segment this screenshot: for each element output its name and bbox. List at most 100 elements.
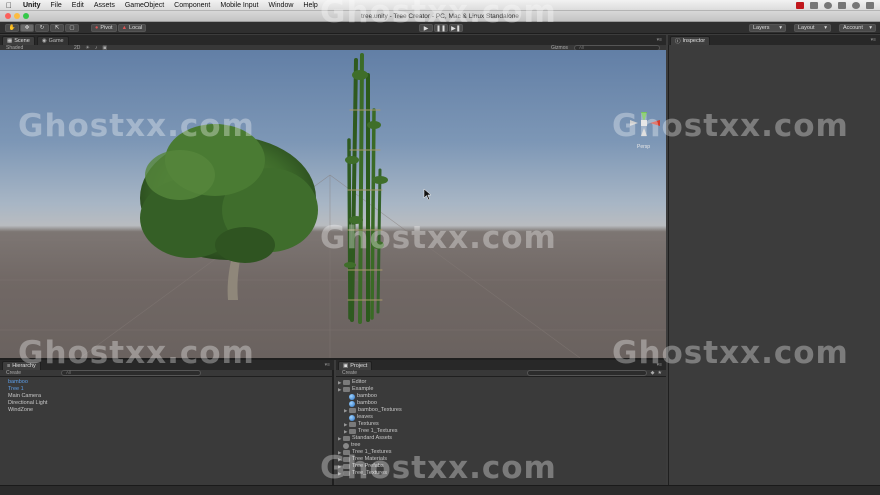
- project-item[interactable]: bamboo: [338, 393, 666, 400]
- move-tool-button[interactable]: ✥: [20, 23, 34, 32]
- project-item[interactable]: leaves: [338, 414, 666, 421]
- local-button[interactable]: ▲ Local: [117, 23, 147, 32]
- apple-icon[interactable]: : [0, 1, 18, 10]
- hand-tool-button[interactable]: ✋: [5, 23, 19, 32]
- rotate-tool-button[interactable]: ↻: [35, 23, 49, 32]
- project-item[interactable]: ▶ Textures: [338, 421, 666, 428]
- tab-project[interactable]: ▣ Project: [338, 361, 373, 370]
- chevron-down-icon: ▾: [779, 25, 782, 31]
- project-create-dropdown[interactable]: Create: [342, 370, 357, 376]
- game-icon: ◉: [41, 38, 47, 44]
- unity-scene-icon: [343, 442, 349, 449]
- hierarchy-item[interactable]: Tree 1: [8, 386, 332, 393]
- hierarchy-item[interactable]: WindZone: [8, 407, 332, 414]
- mouse-cursor: [423, 188, 432, 201]
- menu-extras: [796, 1, 880, 9]
- watermark-text: Ghostxx.com: [320, 0, 557, 30]
- menu-component[interactable]: Component: [169, 2, 215, 9]
- hierarchy-item[interactable]: Main Camera: [8, 393, 332, 400]
- project-item-label: leaves: [357, 414, 373, 420]
- volume-icon[interactable]: [838, 1, 846, 9]
- hierarchy-list: bamboo Tree 1 Main Camera Directional Li…: [0, 377, 332, 414]
- tab-game[interactable]: ◉ Game: [36, 36, 69, 45]
- account-dropdown[interactable]: Account ▾: [839, 24, 876, 32]
- project-item[interactable]: tree: [338, 442, 666, 449]
- prefab-icon: [349, 414, 355, 421]
- search-icon[interactable]: [852, 1, 860, 9]
- project-item-label: bamboo: [357, 393, 377, 399]
- panel-menu-icon[interactable]: ▾≡: [871, 37, 876, 43]
- bamboo-model[interactable]: [344, 53, 388, 324]
- tree-1-model[interactable]: [140, 124, 318, 300]
- project-item-label: Tree 1_Textures: [358, 428, 398, 434]
- watermark-text: Ghostxx.com: [612, 108, 849, 144]
- project-item[interactable]: ▶ Example: [338, 386, 666, 393]
- hierarchy-panel: Create All bamboo Tree 1 Main Camera Dir…: [0, 370, 334, 485]
- folder-icon: [343, 380, 350, 385]
- layers-dropdown[interactable]: Layers ▾: [749, 24, 786, 32]
- list-icon: ≡: [7, 363, 11, 369]
- persp-label[interactable]: Persp: [637, 144, 650, 150]
- watermark-text: Ghostxx.com: [612, 335, 849, 371]
- scene-viewport[interactable]: Persp: [0, 50, 666, 358]
- prefab-icon: [349, 400, 355, 407]
- layout-dropdown[interactable]: Layout ▾: [794, 24, 831, 32]
- scene-render: [0, 53, 666, 358]
- pivot-icon: ●: [95, 24, 99, 31]
- transform-tools: ✋ ✥ ↻ ⇱ ▢: [5, 23, 79, 32]
- tab-scene[interactable]: ▦ Scene: [2, 36, 35, 45]
- folder-icon: [349, 408, 356, 413]
- rect-tool-button[interactable]: ▢: [65, 23, 79, 32]
- status-bar: [0, 485, 880, 495]
- menu-assets[interactable]: Assets: [89, 2, 120, 9]
- folder-icon: ▣: [343, 363, 349, 369]
- hierarchy-item[interactable]: bamboo: [8, 379, 332, 386]
- list-icon[interactable]: [866, 1, 874, 9]
- project-toolbar: Create ◆ ★: [336, 370, 666, 377]
- watermark-text: Ghostxx.com: [320, 450, 557, 486]
- project-item[interactable]: ▶ bamboo_Textures: [338, 407, 666, 414]
- pivot-button[interactable]: ● Pivot: [91, 23, 117, 32]
- watermark-text: Ghostxx.com: [18, 108, 255, 144]
- menu-app[interactable]: Unity: [18, 2, 46, 9]
- project-item[interactable]: ▶ Tree 1_Textures: [338, 428, 666, 435]
- info-icon: ⓘ: [675, 39, 681, 45]
- project-item-label: Example: [352, 386, 374, 392]
- prefab-icon: [349, 393, 355, 400]
- project-item[interactable]: ▶ Standard Assets: [338, 435, 666, 442]
- folder-icon: [349, 422, 356, 427]
- toolbar-dropdowns: Layers ▾ Layout ▾ Account ▾: [749, 24, 876, 32]
- folder-icon: [343, 387, 350, 392]
- pivot-toggles: ● Pivot ▲ Local: [91, 23, 147, 32]
- record-icon[interactable]: [796, 1, 804, 9]
- menu-edit[interactable]: Edit: [67, 2, 89, 9]
- screen-icon[interactable]: [810, 1, 818, 9]
- project-item-label: bamboo_Textures: [358, 407, 402, 413]
- local-icon: ▲: [121, 24, 128, 31]
- hierarchy-item[interactable]: Directional Light: [8, 400, 332, 407]
- panel-menu-icon[interactable]: ▾≡: [657, 37, 662, 43]
- menu-window[interactable]: Window: [264, 2, 299, 9]
- folder-icon: [343, 436, 350, 441]
- scale-tool-button[interactable]: ⇱: [50, 23, 64, 32]
- project-item[interactable]: ▶ Editor: [338, 379, 666, 386]
- menu-file[interactable]: File: [46, 2, 67, 9]
- tab-inspector[interactable]: ⓘ Inspector: [670, 36, 711, 45]
- project-item-label: tree: [351, 442, 361, 448]
- menu-mobile-input[interactable]: Mobile Input: [215, 2, 263, 9]
- scene-panel-tabs: ▦ Scene ◉ Game ▾≡: [0, 35, 666, 45]
- folder-icon: [349, 429, 356, 434]
- clock-icon[interactable]: [824, 1, 832, 9]
- project-item-label: bamboo: [357, 400, 377, 406]
- hierarchy-toolbar: Create All: [0, 370, 332, 377]
- ground-grid: [0, 174, 666, 358]
- panel-menu-icon[interactable]: ▾≡: [325, 362, 330, 368]
- project-item-label: Editor: [352, 379, 367, 385]
- chevron-down-icon: ▾: [824, 25, 827, 31]
- scene-icon: ▦: [7, 38, 13, 44]
- menu-gameobject[interactable]: GameObject: [120, 2, 169, 9]
- project-item[interactable]: bamboo: [338, 400, 666, 407]
- watermark-text: Ghostxx.com: [18, 335, 255, 371]
- chevron-down-icon: ▾: [869, 25, 872, 31]
- inspector-tabs: ⓘ Inspector ▾≡: [668, 35, 880, 45]
